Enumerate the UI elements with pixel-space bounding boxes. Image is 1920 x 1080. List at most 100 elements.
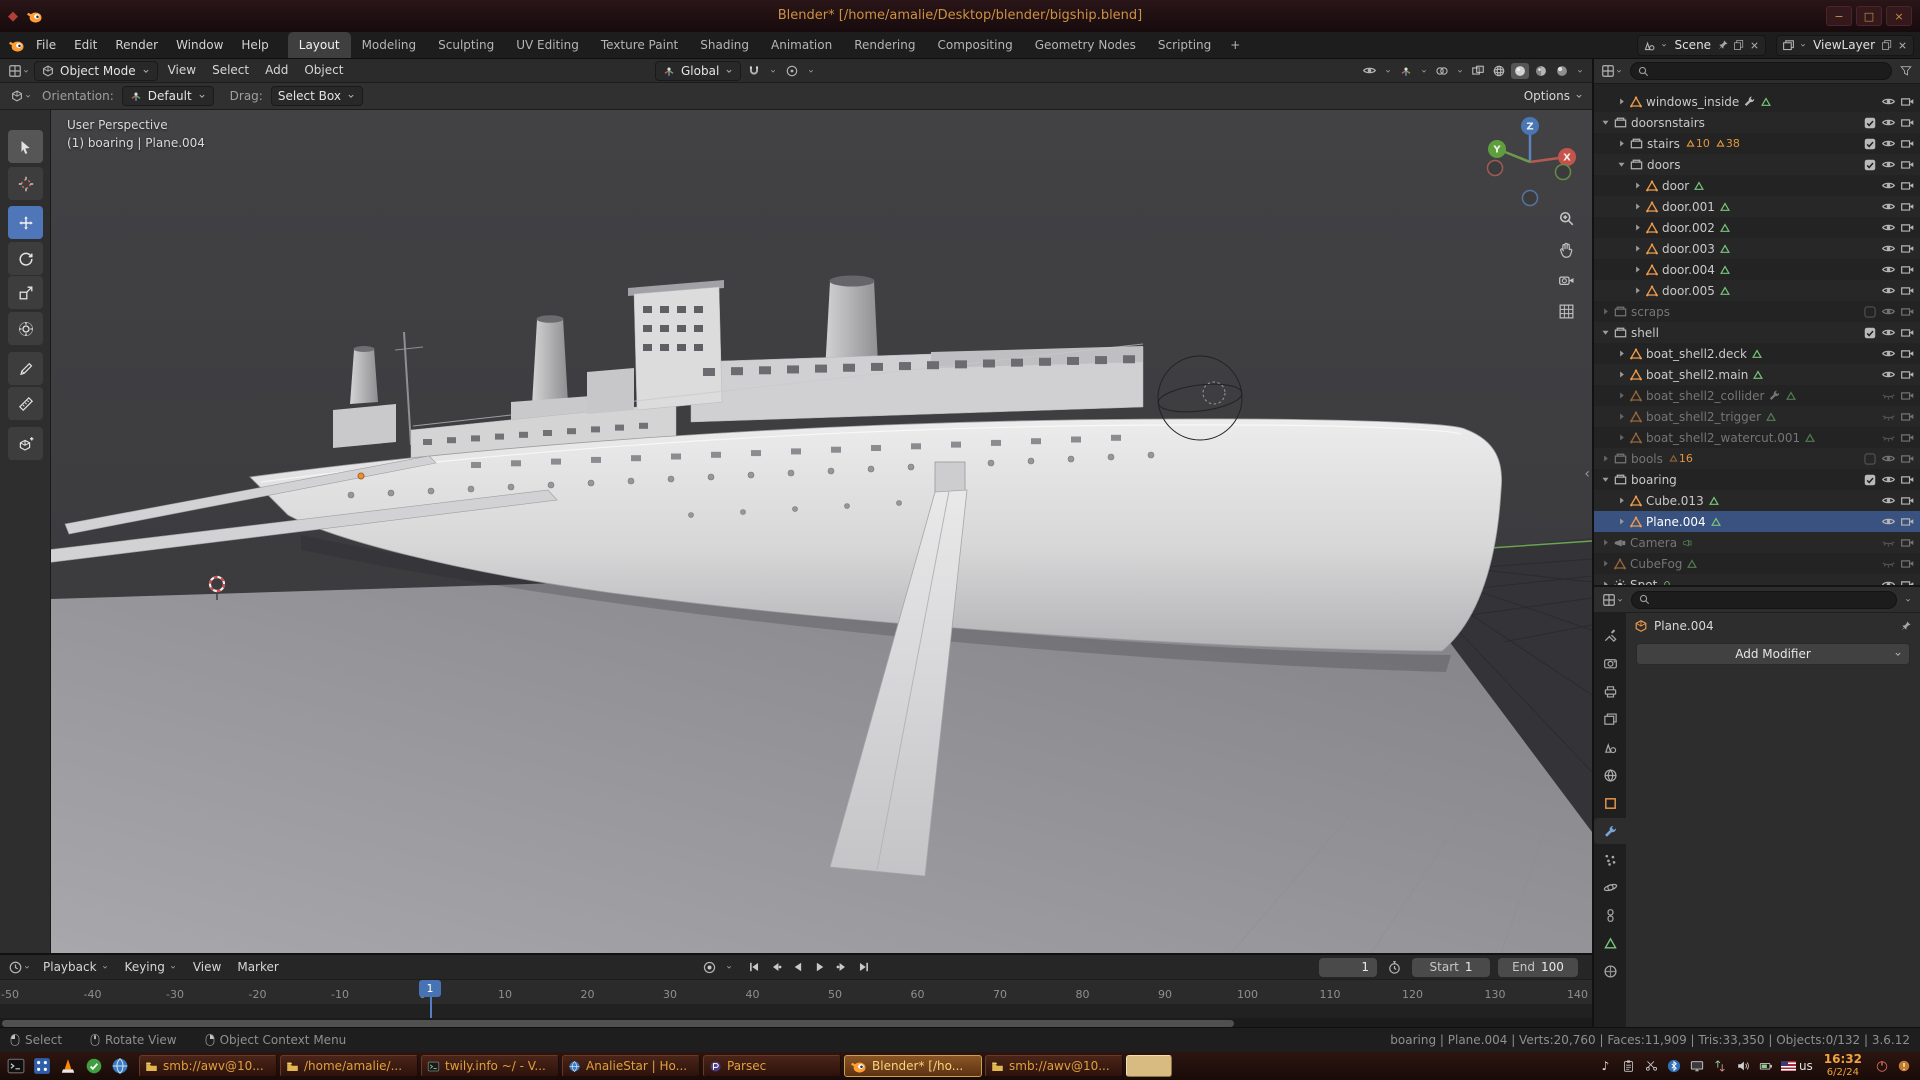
expand-icon[interactable] bbox=[1598, 537, 1613, 548]
timeline-ruler[interactable]: -50-40-30-20-100102030405060708090100110… bbox=[0, 979, 1592, 1004]
mode-dropdown[interactable]: Object Mode bbox=[34, 61, 158, 81]
eyeoff-icon[interactable] bbox=[1881, 388, 1896, 403]
eye-icon[interactable] bbox=[1881, 178, 1896, 193]
expand-icon[interactable] bbox=[1614, 390, 1629, 401]
shading-material-icon[interactable] bbox=[1532, 63, 1550, 79]
expand-icon[interactable] bbox=[1614, 96, 1629, 107]
expand-icon[interactable] bbox=[1630, 243, 1645, 254]
cam-icon[interactable] bbox=[1900, 115, 1915, 130]
timeline-editor-type-icon[interactable] bbox=[6, 959, 33, 976]
outliner-row-door-005[interactable]: door.005 bbox=[1594, 280, 1920, 301]
cam-icon[interactable] bbox=[1900, 409, 1915, 424]
eyeoff-icon[interactable] bbox=[1881, 535, 1896, 550]
playhead-badge[interactable]: 1 bbox=[419, 980, 441, 997]
taskbar-window-twily-info-v-[interactable]: twily.info ~/ - V... bbox=[421, 1055, 559, 1077]
preview-range-stopwatch-icon[interactable] bbox=[1385, 959, 1404, 976]
cam-icon[interactable] bbox=[1900, 178, 1915, 193]
outliner-row-shell[interactable]: shell bbox=[1594, 322, 1920, 343]
menu-help[interactable]: Help bbox=[232, 32, 277, 58]
green-app-launcher-icon[interactable] bbox=[82, 1054, 106, 1078]
taskbar-window-smb-awv-10-[interactable]: smb://awv@10... bbox=[139, 1055, 277, 1077]
viewlayer-selector[interactable]: ViewLayer bbox=[1776, 35, 1914, 56]
workspace-tab-texture-paint[interactable]: Texture Paint bbox=[590, 32, 689, 58]
expand-icon[interactable] bbox=[1630, 201, 1645, 212]
drag-dropdown[interactable]: Select Box bbox=[271, 86, 363, 106]
workspace-tab-geometry-nodes[interactable]: Geometry Nodes bbox=[1024, 32, 1147, 58]
outliner-row-door-003[interactable]: door.003 bbox=[1594, 238, 1920, 259]
properties-tab-output[interactable] bbox=[1594, 678, 1626, 704]
tray-bluetooth-icon[interactable] bbox=[1666, 1057, 1683, 1074]
taskbar-window-smb-awv-10-[interactable]: smb://awv@10... bbox=[985, 1055, 1123, 1077]
outliner-filter-icon[interactable] bbox=[1897, 63, 1915, 79]
viewport-menu-add[interactable]: Add bbox=[257, 59, 296, 82]
properties-tab-world[interactable] bbox=[1594, 762, 1626, 788]
frame-end-field[interactable]: End100 bbox=[1498, 958, 1578, 977]
properties-filter-icon[interactable] bbox=[1902, 595, 1914, 605]
eye-icon[interactable] bbox=[1881, 493, 1896, 508]
chevron-down-icon[interactable] bbox=[1418, 66, 1430, 76]
add-modifier-button[interactable]: Add Modifier bbox=[1636, 643, 1910, 665]
current-frame-field[interactable]: 1 bbox=[1319, 958, 1377, 977]
eye-icon[interactable] bbox=[1881, 115, 1896, 130]
workspace-tab-scripting[interactable]: Scripting bbox=[1147, 32, 1222, 58]
outliner-row-doors[interactable]: doors bbox=[1594, 154, 1920, 175]
pin-icon[interactable] bbox=[1900, 620, 1912, 632]
jump-to-start-icon[interactable] bbox=[745, 959, 763, 975]
jump-to-end-icon[interactable] bbox=[855, 959, 873, 975]
minimize-button[interactable]: − bbox=[1826, 6, 1852, 26]
outliner-row-camera[interactable]: Camera bbox=[1594, 532, 1920, 553]
expand-icon[interactable] bbox=[1614, 495, 1629, 506]
tray-screenshot-icon[interactable] bbox=[1643, 1057, 1660, 1074]
eye-icon[interactable] bbox=[1881, 451, 1896, 466]
chevron-down-icon[interactable] bbox=[723, 962, 735, 972]
collapse-icon[interactable] bbox=[1614, 159, 1629, 170]
tool-cursor[interactable] bbox=[8, 167, 43, 200]
checkon-icon[interactable] bbox=[1863, 326, 1877, 340]
menu-edit[interactable]: Edit bbox=[65, 32, 106, 58]
eye-icon[interactable] bbox=[1881, 514, 1896, 529]
taskbar-window--home-amalie-[interactable]: /home/amalie/... bbox=[280, 1055, 418, 1077]
tool-move[interactable] bbox=[8, 206, 43, 239]
outliner-row-cube-013[interactable]: Cube.013 bbox=[1594, 490, 1920, 511]
eye-icon[interactable] bbox=[1881, 220, 1896, 235]
properties-tab-particles[interactable] bbox=[1594, 846, 1626, 872]
expand-icon[interactable] bbox=[1614, 432, 1629, 443]
expand-icon[interactable] bbox=[1630, 222, 1645, 233]
snap-settings-chevron-icon[interactable] bbox=[767, 66, 779, 76]
eye-icon[interactable] bbox=[1881, 94, 1896, 109]
cam-icon[interactable] bbox=[1900, 556, 1915, 571]
selectability-visibility-icon[interactable] bbox=[1360, 62, 1379, 79]
outliner-row-bools[interactable]: bools16 bbox=[1594, 448, 1920, 469]
tool-measure[interactable] bbox=[8, 387, 43, 420]
properties-tab-constraints[interactable] bbox=[1594, 902, 1626, 928]
eyeoff-icon[interactable] bbox=[1881, 409, 1896, 424]
expand-icon[interactable] bbox=[1630, 264, 1645, 275]
maximize-button[interactable]: □ bbox=[1856, 6, 1882, 26]
proportional-falloff-chevron-icon[interactable] bbox=[805, 66, 817, 76]
collapse-icon[interactable] bbox=[1598, 327, 1613, 338]
properties-tab-physics[interactable] bbox=[1594, 874, 1626, 900]
outliner-row-door[interactable]: door bbox=[1594, 175, 1920, 196]
workspace-tab-shading[interactable]: Shading bbox=[689, 32, 760, 58]
workspace-tab-animation[interactable]: Animation bbox=[760, 32, 843, 58]
scene-browse-icon[interactable] bbox=[1643, 39, 1656, 52]
checkon-icon[interactable] bbox=[1863, 116, 1877, 130]
expand-icon[interactable] bbox=[1598, 453, 1613, 464]
cam-icon[interactable] bbox=[1900, 157, 1915, 172]
frame-start-field[interactable]: Start1 bbox=[1412, 958, 1490, 977]
expand-icon[interactable] bbox=[1614, 516, 1629, 527]
outliner-row-door-001[interactable]: door.001 bbox=[1594, 196, 1920, 217]
expand-icon[interactable] bbox=[1614, 411, 1629, 422]
eye-icon[interactable] bbox=[1881, 472, 1896, 487]
cam-icon[interactable] bbox=[1900, 325, 1915, 340]
outliner-row-boat-shell2-collider[interactable]: boat_shell2_collider bbox=[1594, 385, 1920, 406]
tray-battery-icon[interactable] bbox=[1758, 1057, 1775, 1074]
expand-icon[interactable] bbox=[1614, 138, 1629, 149]
outliner-row-scraps[interactable]: scraps bbox=[1594, 301, 1920, 322]
tool-add-cube[interactable] bbox=[8, 427, 43, 460]
eye-icon[interactable] bbox=[1881, 241, 1896, 256]
outliner-search-input[interactable] bbox=[1630, 62, 1892, 80]
properties-editor-type-icon[interactable] bbox=[1600, 592, 1626, 608]
add-workspace-button[interactable]: + bbox=[1222, 32, 1248, 58]
cam-icon[interactable] bbox=[1900, 367, 1915, 382]
